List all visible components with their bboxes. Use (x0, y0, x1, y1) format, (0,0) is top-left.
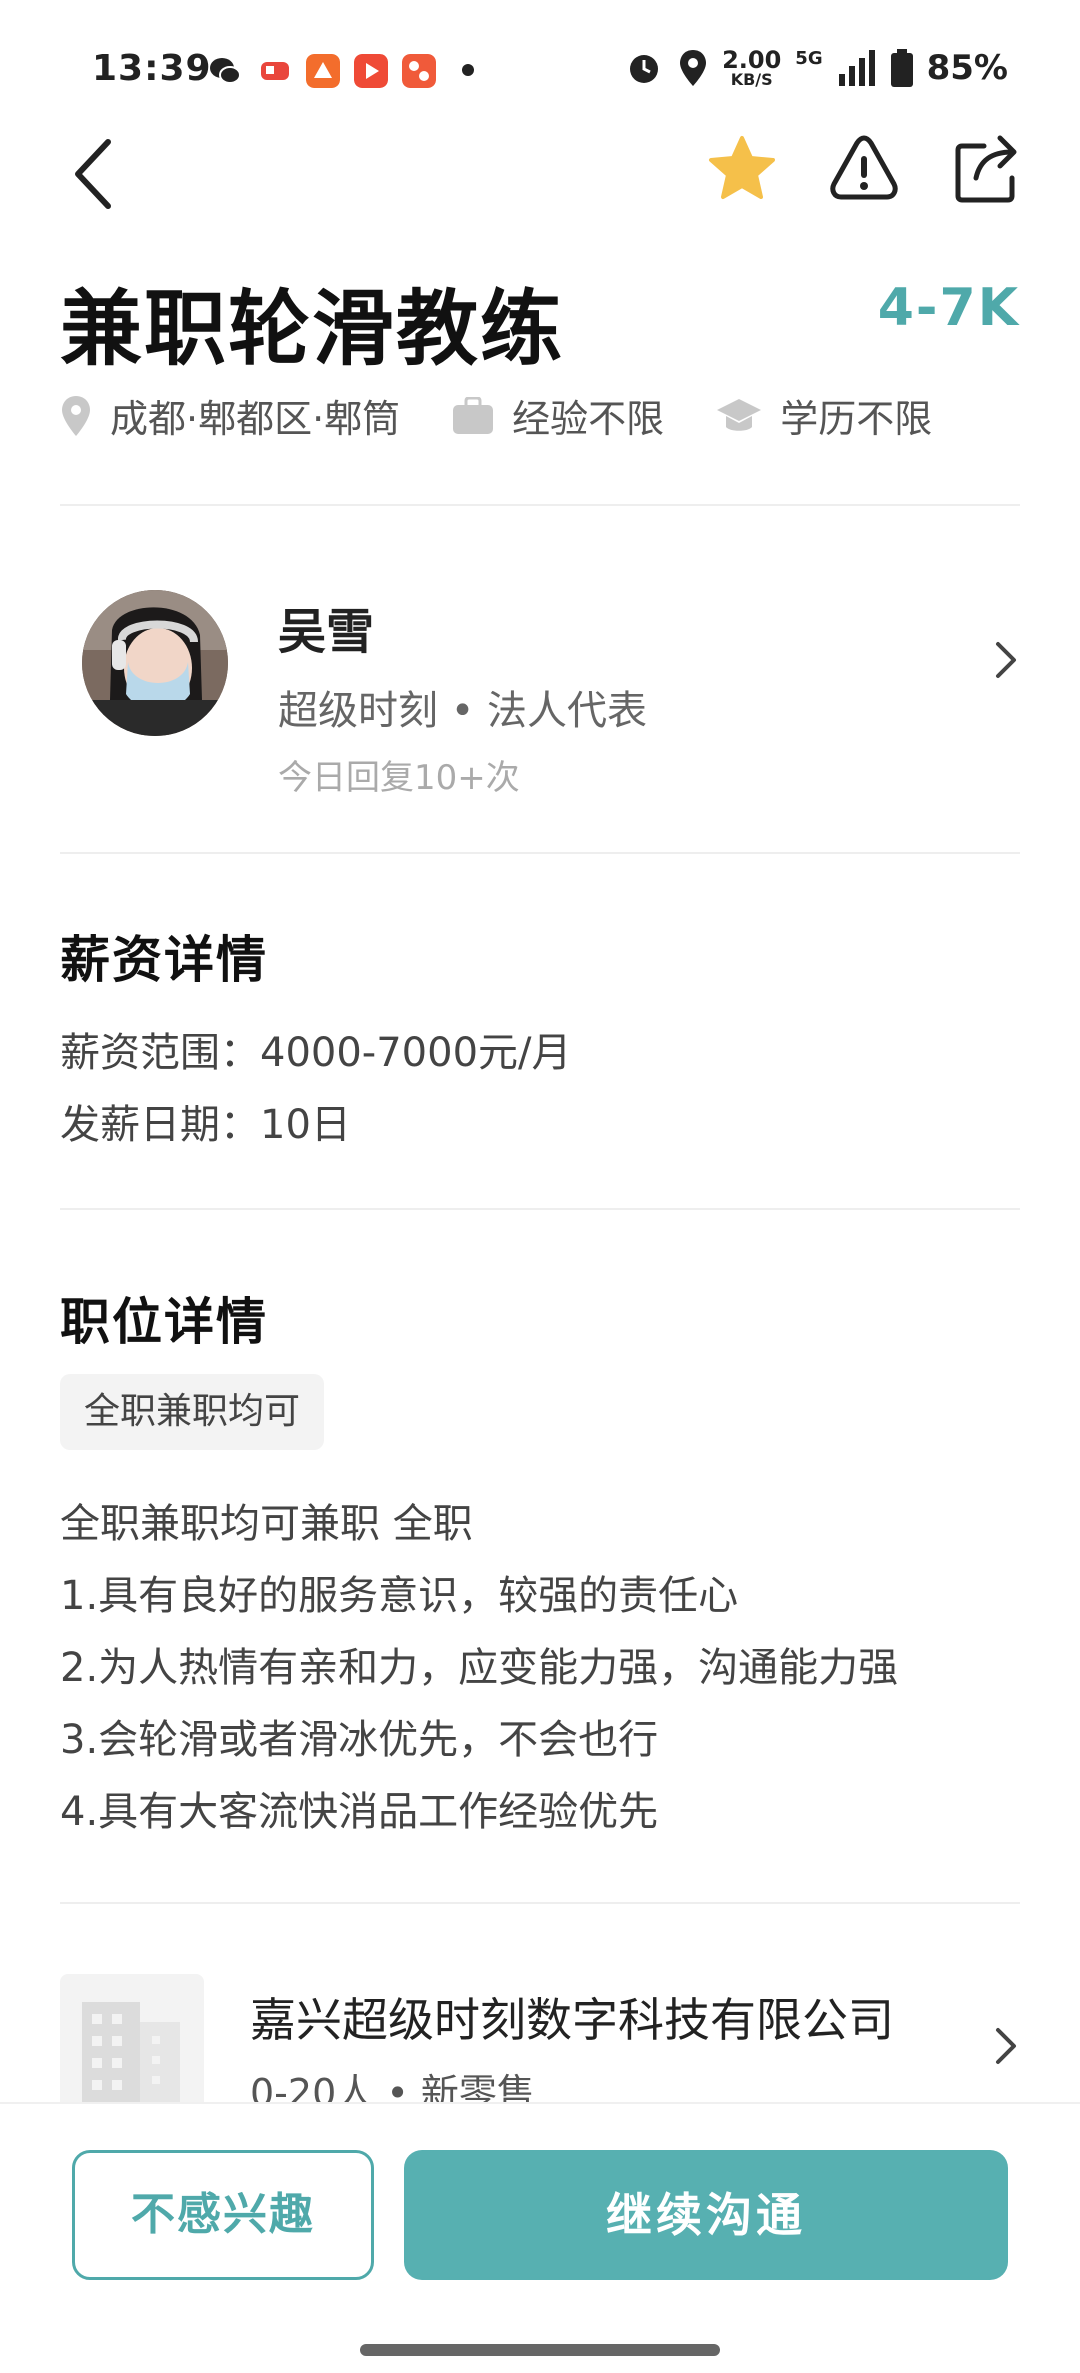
job-location: 成都·郫都区·郫筒 (60, 388, 400, 443)
job-meta: 成都·郫都区·郫筒 经验不限 学历不限 (60, 388, 1020, 443)
salary-payday: 发薪日期：10日 (60, 1102, 351, 1148)
position-details-title: 职位详情 (60, 1293, 268, 1351)
back-arrow-icon[interactable] (64, 132, 124, 216)
recruiter-card[interactable]: 吴雪 超级时刻 • 法人代表 今日回复10+次 (60, 560, 1020, 820)
salary-details-title: 薪资详情 (60, 931, 268, 989)
battery-level: 85% (926, 48, 1008, 88)
avatar-image (82, 590, 228, 736)
job-experience: 经验不限 (452, 388, 664, 443)
wechat-icon (210, 58, 241, 84)
education-text: 学历不限 (780, 397, 933, 441)
status-right: 2.00 KB/S 5G 85% (624, 48, 1008, 88)
top-bar (0, 130, 1080, 240)
divider (60, 504, 1020, 506)
game-app-icon (261, 62, 289, 80)
job-title: 兼职轮滑教练 (60, 282, 565, 377)
briefcase-icon (453, 396, 494, 434)
network-type: 5G (795, 48, 823, 69)
star-icon[interactable] (706, 132, 778, 204)
status-bar: 13:39 2.00 KB/S 5G 85% (0, 0, 1080, 130)
video-app-icon (354, 54, 388, 88)
job-description: 全职兼职均可兼职 全职 1.具有良好的服务意识，较强的责任心 2.为人热情有亲和… (60, 1501, 899, 1835)
salary-range: 薪资范围：4000-7000元/月 (60, 1030, 572, 1076)
experience-text: 经验不限 (512, 397, 665, 441)
job-education: 学历不限 (716, 388, 932, 443)
divider (60, 1902, 1020, 1904)
job-salary: 4-7K (877, 278, 1020, 338)
home-indicator[interactable] (360, 2344, 720, 2356)
location-text: 成都·郫都区·郫筒 (110, 397, 401, 441)
graduation-cap-icon (717, 398, 762, 431)
company-name: 嘉兴超级时刻数字科技有限公司 (250, 1993, 894, 2047)
recruiter-reply-count: 今日回复10+次 (278, 758, 520, 798)
divider (60, 1208, 1020, 1210)
continue-chat-button[interactable]: 继续沟通 (404, 2150, 1008, 2280)
battery-icon (890, 49, 913, 87)
app-icon-red (402, 54, 436, 88)
recruiter-name: 吴雪 (278, 604, 375, 660)
divider (60, 852, 1020, 854)
building-icon (60, 1974, 204, 2114)
bottom-action-bar: 不感兴趣 继续沟通 (0, 2102, 1080, 2373)
notification-dot (462, 64, 474, 76)
company-card[interactable]: 嘉兴超级时刻数字科技有限公司 0-20人 • 新零售 (60, 1972, 1020, 2115)
avatar (82, 590, 228, 736)
not-interested-button[interactable]: 不感兴趣 (72, 2150, 374, 2280)
alarm-icon (630, 55, 659, 83)
net-speed: 2.00 KB/S (722, 46, 782, 89)
app-icon-orange (306, 54, 340, 88)
location-pin-icon (62, 395, 90, 436)
chevron-right-icon (996, 642, 1016, 678)
signal-icon (838, 50, 875, 86)
status-time: 13:39 (92, 48, 212, 89)
chevron-right-icon (996, 2028, 1016, 2064)
job-type-tag: 全职兼职均可 (60, 1374, 325, 1450)
share-icon[interactable] (952, 130, 1024, 206)
warning-icon[interactable] (826, 130, 902, 206)
location-status-icon (680, 50, 707, 86)
recruiter-role: 超级时刻 • 法人代表 (278, 688, 648, 734)
